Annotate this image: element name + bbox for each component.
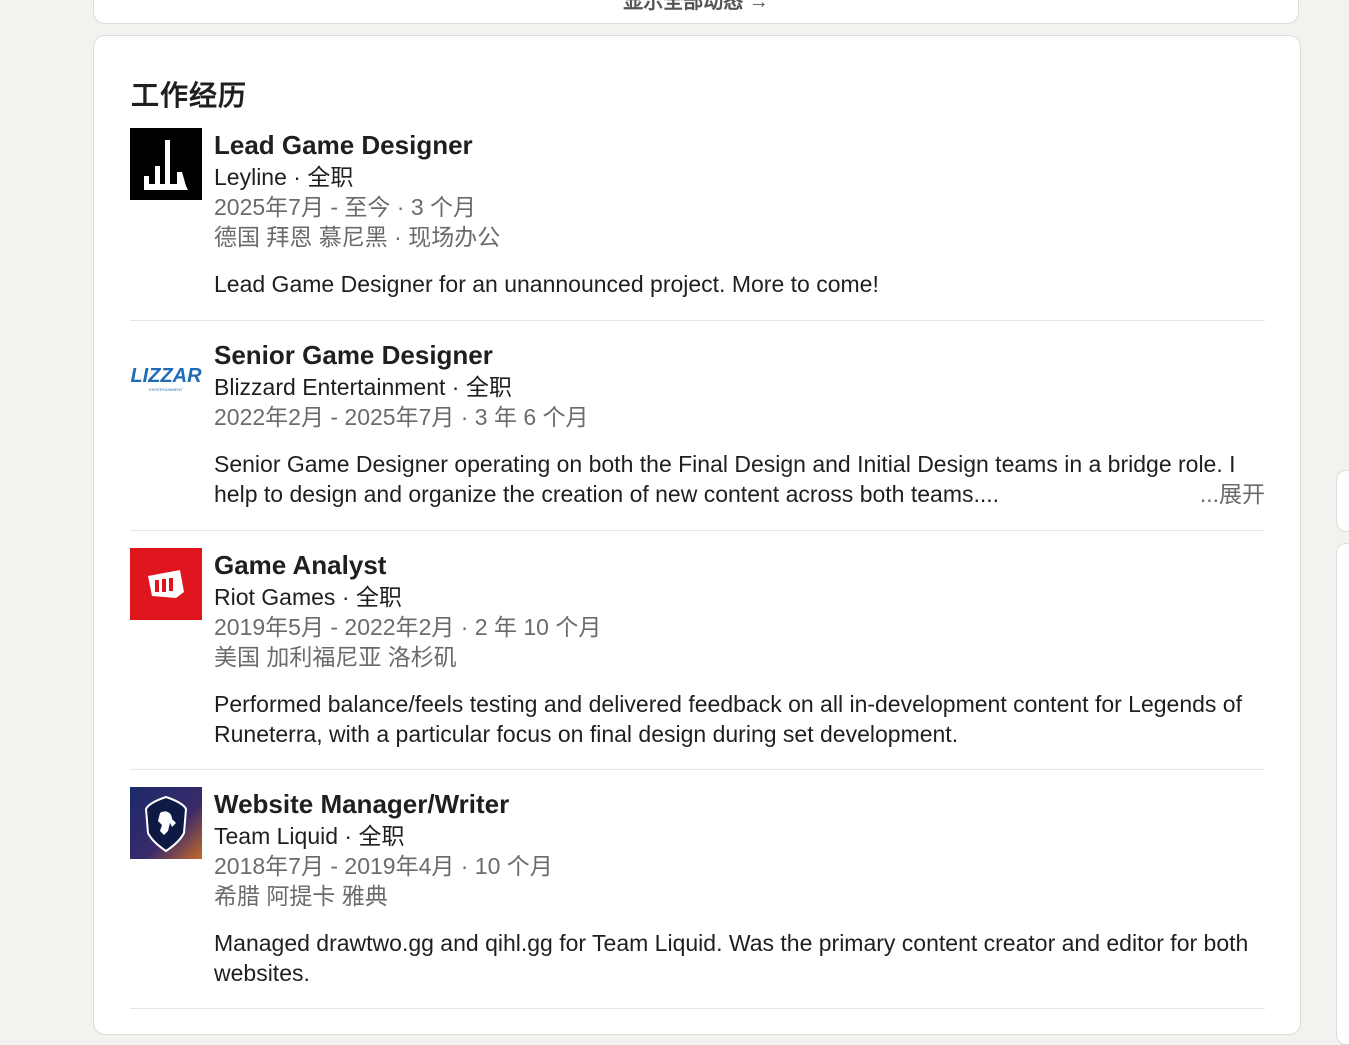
section-title: 工作经历 [131,80,248,111]
sidebar-card [1336,543,1349,1045]
job-description-text: Senior Game Designer operating on both t… [214,451,1236,507]
date-range: 2018年7月 - 2019年4月 · 10 个月 [214,853,553,879]
job-description: Managed drawtwo.gg and qihl.gg for Team … [214,930,1249,986]
company-name: Leyline · 全职 [214,164,354,190]
job-description: Lead Game Designer for an unannounced pr… [214,271,879,297]
riot-fist-icon[interactable] [130,548,202,620]
company-name: Riot Games · 全职 [214,584,402,610]
location: 美国 加利福尼亚 洛杉矶 [214,644,457,670]
job-title[interactable]: Senior Game Designer [214,338,1265,372]
location: 德国 拜恩 慕尼黑 · 现场办公 [214,224,501,250]
divider [130,530,1265,531]
blizzard-logo-icon[interactable]: BLIZZARD ENTERTAINMENT [116,338,216,410]
job-title[interactable]: Lead Game Designer [214,128,1265,162]
divider [130,320,1265,321]
expand-button[interactable]: ...展开 [1191,479,1265,509]
divider [130,769,1265,770]
company-name: Team Liquid · 全职 [214,823,405,849]
job-title[interactable]: Website Manager/Writer [214,787,1265,821]
date-range: 2019年5月 - 2022年2月 · 2 年 10 个月 [214,614,602,640]
blizzard-logo-subtext: ENTERTAINMENT [149,387,183,392]
company-name: Blizzard Entertainment · 全职 [214,374,512,400]
show-all-activity-link[interactable]: 显示全部动态 → [94,0,1298,11]
date-range: 2025年7月 - 至今 · 3 个月 [214,194,477,220]
job-description: Senior Game Designer operating on both t… [214,449,1265,509]
previous-section-card: 显示全部动态 → [93,0,1299,24]
date-range: 2022年2月 - 2025年7月 · 3 年 6 个月 [214,404,589,430]
job-description: Performed balance/feels testing and deli… [214,691,1242,747]
blizzard-logo-text: BLIZZARD [130,365,202,387]
leyline-logo-icon[interactable] [130,128,202,200]
job-title[interactable]: Game Analyst [214,548,1265,582]
location: 希腊 阿提卡 雅典 [214,883,388,909]
team-liquid-horse-icon[interactable] [130,787,202,859]
experience-section: 工作经历 Lead Game Designer Leyline · 全职 202… [93,35,1301,1035]
sidebar-card [1336,470,1349,532]
